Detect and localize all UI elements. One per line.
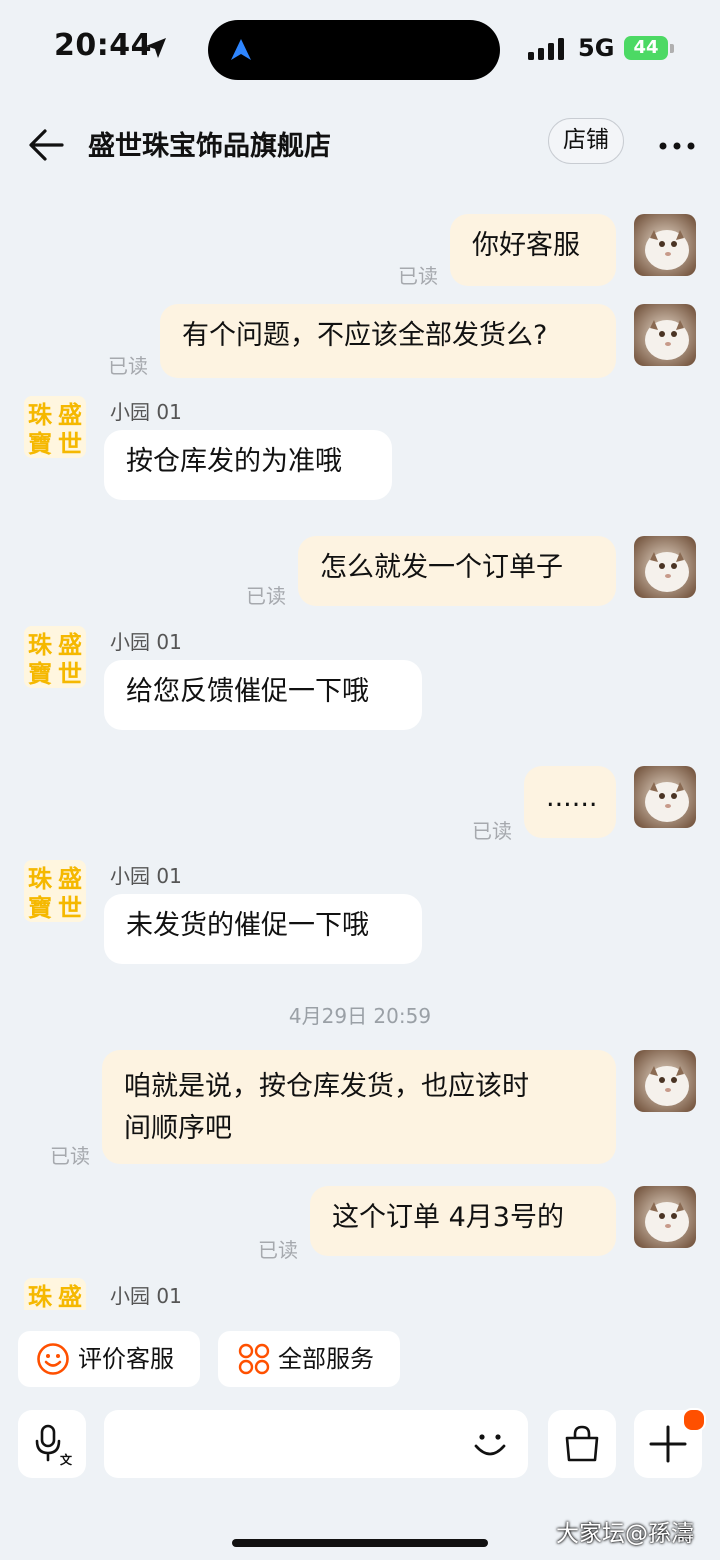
user-avatar[interactable]	[634, 1186, 696, 1248]
smiley-icon	[37, 1343, 69, 1375]
store-avatar[interactable]: 珠 盛 寶 世	[24, 396, 86, 458]
location-arrow-icon	[144, 36, 168, 64]
watermark: 大家坛@孫濤	[556, 1521, 694, 1547]
message-bubble-received: 未发货的催促一下哦	[104, 894, 422, 964]
svg-text:世: 世	[58, 660, 82, 688]
svg-text:寶: 寶	[28, 430, 52, 458]
read-status: 已读	[398, 264, 438, 288]
microphone-icon: 文	[35, 1424, 73, 1466]
battery-tip	[670, 44, 674, 53]
svg-text:世: 世	[58, 430, 82, 458]
sender-name: 小园 01	[110, 1284, 182, 1308]
user-avatar[interactable]	[634, 1050, 696, 1112]
message-bubble-sent: 怎么就发一个订单子	[298, 536, 616, 606]
page-title: 盛世珠宝饰品旗舰店	[88, 131, 331, 162]
message-bubble-sent: 有个问题，不应该全部发货么?	[160, 304, 616, 378]
product-bag-button[interactable]	[548, 1410, 616, 1478]
shopping-bag-icon	[565, 1425, 599, 1462]
message-input[interactable]	[104, 1410, 528, 1478]
read-status: 已读	[108, 354, 148, 378]
read-status: 已读	[50, 1144, 90, 1168]
svg-text:文: 文	[60, 1452, 73, 1466]
message-bubble-sent: 咱就是说，按仓库发货，也应该时 间顺序吧	[102, 1050, 616, 1164]
services-grid-icon	[238, 1343, 270, 1375]
store-button[interactable]: 店铺	[548, 118, 624, 164]
message-line: 间顺序吧	[124, 1113, 232, 1144]
status-time: 20:44	[54, 28, 152, 63]
message-timestamp: 4月29日 20:59	[288, 1004, 432, 1028]
svg-text:寶: 寶	[28, 660, 52, 688]
message-bubble-sent: 这个订单 4月3号的	[310, 1186, 616, 1256]
svg-text:珠: 珠	[28, 401, 53, 429]
sender-name: 小园 01	[110, 864, 182, 888]
message-bubble-received: 按仓库发的为准哦	[104, 430, 392, 500]
read-status: 已读	[258, 1238, 298, 1262]
user-avatar[interactable]	[634, 766, 696, 828]
battery-icon: 44	[624, 36, 668, 60]
network-type: 5G	[578, 34, 615, 62]
plus-icon	[649, 1425, 687, 1463]
read-status: 已读	[472, 819, 512, 843]
dynamic-island	[208, 20, 500, 80]
store-avatar[interactable]: 珠 盛 寶 世	[24, 860, 86, 922]
back-arrow-icon[interactable]	[28, 128, 64, 166]
user-avatar[interactable]	[634, 536, 696, 598]
svg-text:寶: 寶	[28, 894, 52, 922]
svg-text:珠: 珠	[28, 865, 53, 893]
user-avatar[interactable]	[634, 214, 696, 276]
all-services-button[interactable]: 全部服务	[218, 1331, 400, 1387]
sender-name: 小园 01	[110, 400, 182, 424]
store-avatar[interactable]: 珠 盛 寶 世	[24, 626, 86, 688]
rate-service-label: 评价客服	[78, 1345, 174, 1373]
svg-text:盛: 盛	[58, 631, 82, 659]
signal-icon	[528, 38, 566, 64]
sender-name: 小园 01	[110, 630, 182, 654]
svg-text:盛: 盛	[58, 1283, 82, 1310]
message-bubble-sent: 你好客服	[450, 214, 616, 286]
svg-text:世: 世	[58, 894, 82, 922]
notification-dot	[682, 1408, 706, 1432]
emoji-icon[interactable]	[470, 1424, 510, 1464]
store-avatar[interactable]: 珠 盛	[24, 1278, 86, 1310]
message-bubble-received: 给您反馈催促一下哦	[104, 660, 422, 730]
more-icon[interactable]	[658, 136, 696, 155]
svg-text:盛: 盛	[58, 401, 82, 429]
message-line: 咱就是说，按仓库发货，也应该时	[124, 1071, 529, 1102]
svg-text:珠: 珠	[28, 1283, 53, 1310]
home-indicator[interactable]	[232, 1539, 488, 1547]
navigation-arrow-icon	[231, 39, 251, 60]
svg-text:盛: 盛	[58, 865, 82, 893]
all-services-label: 全部服务	[278, 1345, 374, 1373]
read-status: 已读	[246, 584, 286, 608]
voice-input-button[interactable]: 文	[18, 1410, 86, 1478]
user-avatar[interactable]	[634, 304, 696, 366]
message-bubble-sent: ......	[524, 766, 616, 838]
svg-text:珠: 珠	[28, 631, 53, 659]
rate-service-button[interactable]: 评价客服	[18, 1331, 200, 1387]
